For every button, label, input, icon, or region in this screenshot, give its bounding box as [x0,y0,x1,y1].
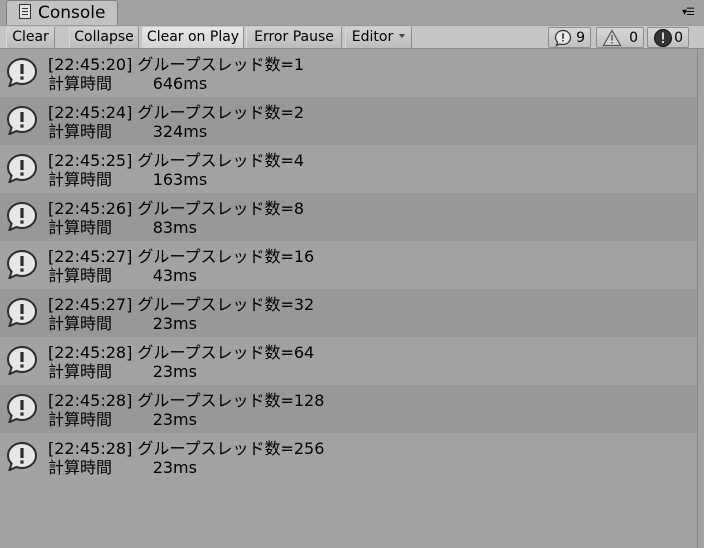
warning-count: 0 [629,30,638,46]
editor-dropdown[interactable]: Editor [345,27,412,48]
log-entry-detail: 計算時間 23ms [48,458,197,477]
log-entry-header: [22:45:28] グループスレッド数=256 [48,439,325,458]
log-entry[interactable]: [22:45:28] グループスレッド数=256 計算時間 23ms [0,433,697,481]
window-menu-icon[interactable]: ▾☰ [682,8,695,18]
log-entry-header: [22:45:28] グループスレッド数=64 [48,343,315,362]
info-bubble-icon [6,345,38,375]
info-bubble-icon [6,393,38,423]
chevron-down-icon [399,34,406,38]
log-entry-header: [22:45:28] グループスレッド数=128 [48,391,325,410]
log-entry[interactable]: [22:45:28] グループスレッド数=64 計算時間 23ms [0,337,697,385]
log-entry-detail: 計算時間 646ms [48,74,208,93]
tab-title: Console [38,3,106,23]
info-bubble-icon [6,57,38,87]
log-entry-detail: 計算時間 23ms [48,314,197,333]
info-bubble-icon [6,153,38,183]
log-entry-detail: 計算時間 23ms [48,410,197,429]
log-entry-header: [22:45:25] グループスレッド数=4 [48,151,305,170]
tab-console[interactable]: Console [6,0,118,25]
info-bubble-icon [6,105,38,135]
warning-triangle-icon [602,29,622,47]
log-entry-detail: 計算時間 324ms [48,122,208,141]
log-entry-header: [22:45:27] グループスレッド数=16 [48,247,315,266]
info-bubble-icon [554,29,572,47]
log-entry[interactable]: [22:45:28] グループスレッド数=128 計算時間 23ms [0,385,697,433]
console-document-icon [19,4,31,19]
log-count-toggle[interactable]: 9 [548,27,591,48]
log-entry[interactable]: [22:45:27] グループスレッド数=16 計算時間 43ms [0,241,697,289]
log-count: 9 [576,30,585,46]
log-entry-detail: 計算時間 83ms [48,218,197,237]
log-entry[interactable]: [22:45:24] グループスレッド数=2 計算時間 324ms [0,97,697,145]
log-entry-header: [22:45:26] グループスレッド数=8 [48,199,305,218]
log-entry[interactable]: [22:45:27] グループスレッド数=32 計算時間 23ms [0,289,697,337]
error-count: 0 [674,30,683,46]
clear-on-play-toggle[interactable]: Clear on Play [142,27,244,48]
log-entry-header: [22:45:20] グループスレッド数=1 [48,55,305,74]
error-count-toggle[interactable]: 0 [647,27,689,48]
log-entry-detail: 計算時間 23ms [48,362,197,381]
console-toolbar: Clear Collapse Clear on Play Error Pause… [0,25,704,49]
editor-dropdown-label: Editor [351,29,394,45]
log-entry[interactable]: [22:45:26] グループスレッド数=8 計算時間 83ms [0,193,697,241]
error-pause-button[interactable]: Error Pause [246,27,342,48]
info-bubble-icon [6,441,38,471]
log-entry-detail: 計算時間 163ms [48,170,208,189]
log-entry-header: [22:45:24] グループスレッド数=2 [48,103,305,122]
info-bubble-icon [6,249,38,279]
clear-button[interactable]: Clear [6,27,55,48]
log-entry-detail: 計算時間 43ms [48,266,197,285]
log-entry[interactable]: [22:45:20] グループスレッド数=1 計算時間 646ms [0,49,697,97]
info-bubble-icon [6,201,38,231]
tab-bar: Console ▾☰ [0,0,704,25]
log-entry[interactable]: [22:45:25] グループスレッド数=4 計算時間 163ms [0,145,697,193]
error-stop-icon [654,29,672,47]
collapse-button[interactable]: Collapse [69,27,139,48]
info-bubble-icon [6,297,38,327]
log-entry-header: [22:45:27] グループスレッド数=32 [48,295,315,314]
warning-count-toggle[interactable]: 0 [596,27,644,48]
console-log-list[interactable]: [22:45:20] グループスレッド数=1 計算時間 646ms [22:45… [0,49,698,548]
